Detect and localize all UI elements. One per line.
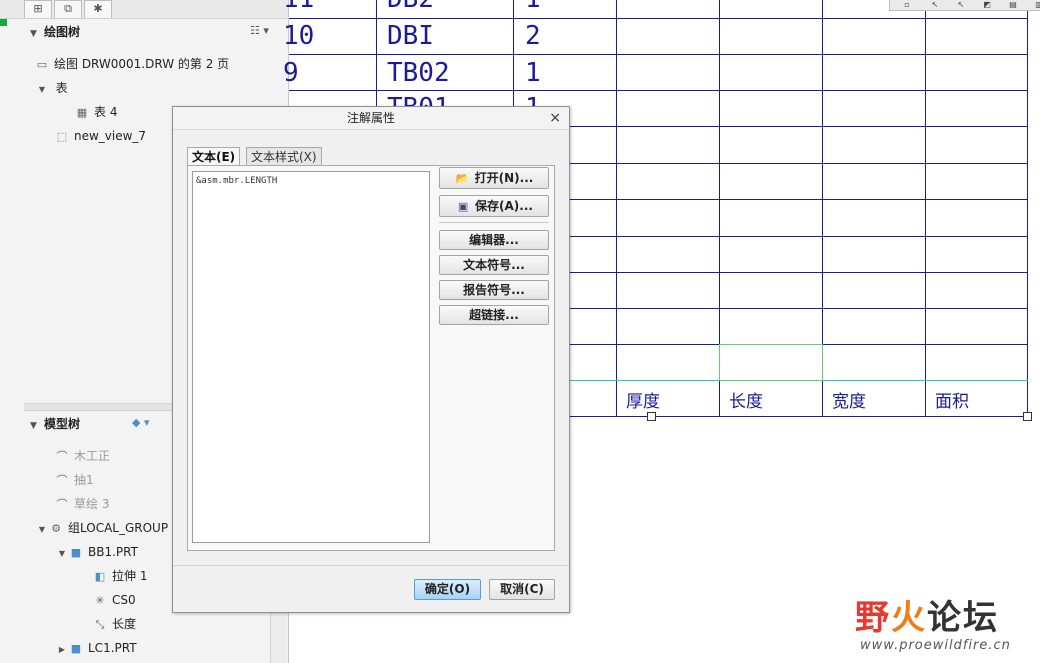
tree-item-sheet[interactable]: ▭ 绘图 DRW0001.DRW 的第 2 页 [34, 54, 229, 74]
toolbar-icon[interactable]: ↖ [952, 0, 970, 10]
table-icon: ▦ [76, 105, 88, 119]
report-symbol-button[interactable]: 报告符号... [439, 280, 549, 300]
group-icon: ⚙ [51, 521, 61, 535]
watermark-forum: 论坛 [927, 598, 999, 638]
part-icon: ■ [70, 545, 82, 559]
tree-item-label: 抽1 [74, 473, 94, 487]
collapse-arrow-icon: ▼ [30, 29, 37, 39]
drawing-tree-title: 绘图树 [44, 25, 81, 39]
toolbar-icon[interactable]: ↖ [926, 0, 944, 10]
tab-text-style[interactable]: 文本样式(X) [246, 147, 322, 166]
extrude-icon: ◧ [94, 569, 106, 583]
tab-model-tree[interactable]: ⊞ [24, 0, 52, 18]
tree-item-label: CS0 [112, 593, 136, 607]
open-button-label: 打开(N)... [474, 171, 534, 185]
tab-favorites[interactable]: ✱ [84, 0, 112, 18]
note-text-input[interactable]: &asm.mbr.LENGTH [192, 171, 430, 543]
table-cell: 1 [525, 0, 541, 17]
tree-item-csys[interactable]: ✳ CS0 [92, 590, 136, 610]
tree-item-label: BB1.PRT [88, 545, 138, 559]
part-icon: ■ [70, 641, 82, 655]
button-separator [439, 222, 549, 223]
tree-settings-icon[interactable]: ☷ ▾ [250, 24, 269, 37]
table-header-length: 长度 [729, 392, 763, 412]
expand-arrow-icon[interactable]: ▼ [36, 520, 48, 540]
model-display-icon[interactable]: ◆ ▾ [132, 416, 149, 429]
toolbar-icon[interactable]: ▥ [1030, 0, 1040, 10]
table-cell: 1 [525, 58, 541, 88]
tree-item-tables[interactable]: ▼ 表 [36, 78, 68, 98]
tree-item-label: 长度 [112, 617, 137, 631]
tree-item-feature[interactable]: ⌒ 草绘 3 [54, 494, 110, 514]
tab-text[interactable]: 文本(E) [187, 147, 241, 167]
folder-open-icon: 📂 [455, 172, 470, 185]
hyperlink-button[interactable]: 超链接... [439, 305, 549, 325]
table-cell: 11 [283, 0, 314, 17]
text-symbol-button[interactable]: 文本符号... [439, 255, 549, 275]
tree-item-label: 组LOCAL_GROUP [68, 521, 169, 535]
tree-item-feature[interactable]: ⌒ 木工正 [54, 446, 111, 466]
collapse-arrow-icon: ▼ [30, 421, 37, 431]
tree-item-part[interactable]: ▶ ■ LC1.PRT [56, 638, 137, 658]
selection-handle[interactable] [647, 412, 656, 421]
tree-item-part[interactable]: ▼ ■ BB1.PRT [56, 542, 138, 562]
save-icon: ▣ [457, 200, 469, 213]
tree-item-label: new_view_7 [74, 129, 147, 143]
sketch-icon: ⌒ [56, 497, 68, 511]
dialog-title: 注解属性 [173, 107, 569, 130]
watermark-char: 野 [855, 598, 891, 638]
table-cell: DBI [387, 21, 434, 51]
tree-item-label: 拉伸 1 [112, 569, 148, 583]
model-tree-title: 模型树 [44, 417, 81, 431]
tree-item-label: 表 4 [94, 105, 118, 119]
sketch-icon: ⌒ [56, 449, 68, 463]
dialog-footer-separator [173, 565, 569, 566]
watermark-url: www.proewildfire.cn [860, 638, 1011, 653]
toolbar-icon[interactable]: ◩ [978, 0, 996, 10]
editor-button[interactable]: 编辑器... [439, 230, 549, 250]
tree-item-view[interactable]: ⬚ new_view_7 [54, 126, 146, 146]
tree-item-label: 木工正 [74, 449, 111, 463]
table-cell: 10 [283, 21, 315, 51]
sketch-icon: ⌒ [56, 473, 68, 487]
expand-arrow-icon[interactable]: ▼ [36, 80, 48, 100]
tab-folder-browser[interactable]: ⧉ [54, 0, 82, 18]
table-cell: 2 [525, 21, 541, 51]
open-button[interactable]: 📂 打开(N)... [439, 167, 549, 189]
expand-arrow-icon[interactable]: ▼ [56, 544, 68, 564]
table-cell: 9 [283, 58, 299, 88]
tree-item-group[interactable]: ▼ ⚙ 组LOCAL_GROUP [36, 518, 168, 538]
tree-item-extrude[interactable]: ◧ 拉伸 1 [92, 566, 148, 586]
drawing-tree-header[interactable]: ▼ 绘图树 [24, 20, 288, 44]
table-header-area: 面积 [935, 392, 969, 412]
tree-item-label: 表 [55, 81, 68, 95]
csys-icon: ✳ [95, 593, 105, 607]
expand-arrow-icon[interactable]: ▶ [56, 640, 68, 660]
toolbar-icon[interactable]: ▤ [1004, 0, 1022, 10]
navigator-tabs: ⊞ ⧉ ✱ [0, 0, 288, 19]
table-cell: DB2 [387, 0, 434, 17]
selection-handle[interactable] [1023, 412, 1032, 421]
tree-item-param[interactable]: ⤡ 长度 [92, 614, 136, 634]
cancel-button[interactable]: 取消(C) [489, 579, 555, 600]
watermark-flame: 火 [891, 598, 927, 638]
toolbar-icon[interactable]: ▫ [898, 0, 916, 10]
sheet-icon: ▭ [36, 57, 48, 71]
tree-item-label: 绘图 DRW0001.DRW 的第 2 页 [54, 57, 230, 71]
view-icon: ⬚ [56, 129, 68, 143]
param-icon: ⤡ [95, 617, 105, 631]
ok-button[interactable]: 确定(O) [414, 579, 481, 600]
note-properties-dialog: 注解属性 × 文本(E) 文本样式(X) &asm.mbr.LENGTH 📂 打开… [172, 106, 570, 613]
save-button[interactable]: ▣ 保存(A)... [439, 195, 549, 217]
close-icon[interactable]: × [549, 107, 561, 129]
forum-watermark: 野火论坛 [855, 590, 999, 639]
mini-toolbar: ▫ ↖ ↖ ◩ ▤ ▥ fx [889, 0, 1040, 11]
tree-item-label: LC1.PRT [88, 641, 137, 655]
save-button-label: 保存(A)... [475, 199, 533, 213]
table-cell: TB02 [387, 58, 450, 88]
table-header-width: 宽度 [832, 392, 866, 412]
tree-item-feature[interactable]: ⌒ 抽1 [54, 470, 94, 490]
tree-item-label: 草绘 3 [74, 497, 110, 511]
tree-item-table4[interactable]: ▦ 表 4 [74, 102, 118, 122]
